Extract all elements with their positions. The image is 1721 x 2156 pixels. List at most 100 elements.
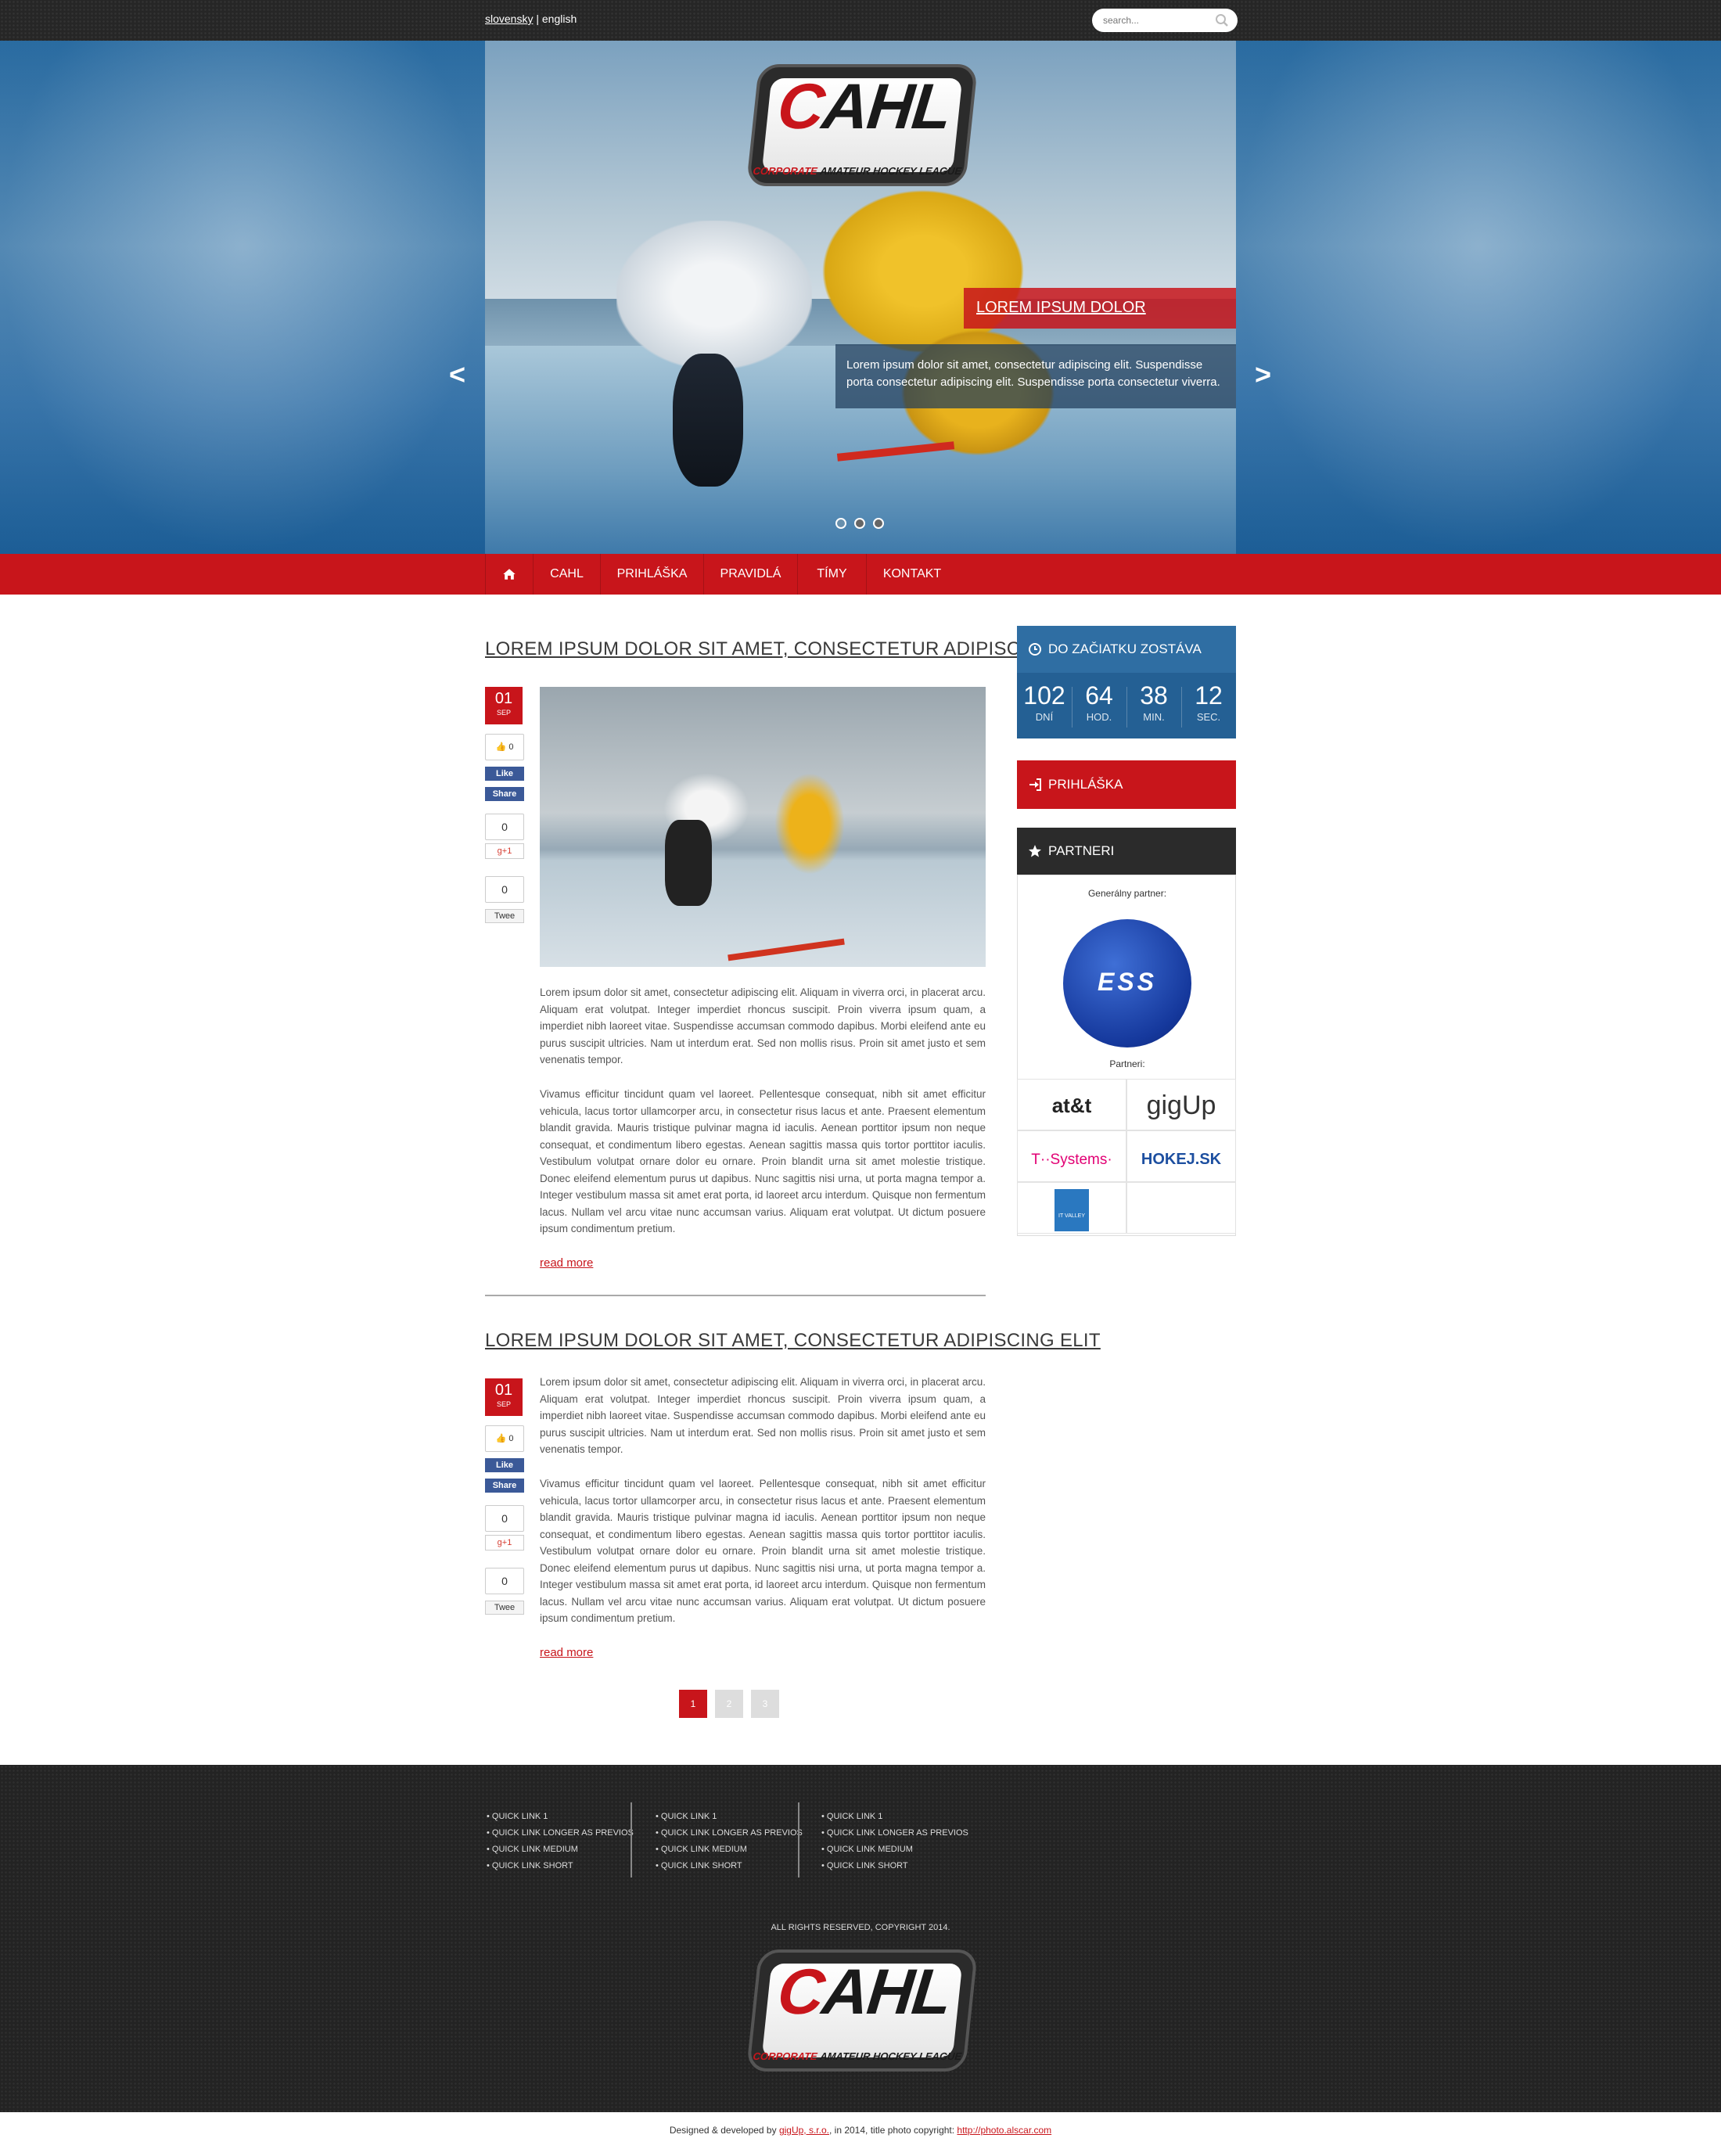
hero-slider: CAHL CORPORATE AMATEUR HOCKEY LEAGUE [0, 41, 1721, 554]
pagination-page-3[interactable]: 3 [751, 1690, 779, 1718]
post-2-tweet-count: 0 [485, 1568, 524, 1594]
nav-timy[interactable]: TÍMY [798, 554, 867, 595]
post-1-gplus-button[interactable]: g+1 [485, 843, 524, 859]
main-nav: CAHL PRIHLÁŠKA PRAVIDLÁ TÍMY KONTAKT [0, 554, 1721, 595]
footer-link[interactable]: • QUICK LINK SHORT [487, 1858, 634, 1874]
slider-dot-2[interactable] [854, 518, 865, 529]
player-white-legs [673, 354, 743, 487]
copyright-text: ALL RIGHTS RESERVED, COPYRIGHT 2014. [771, 1923, 950, 1932]
partner-att[interactable]: at&t [1017, 1079, 1126, 1130]
countdown-hours: 64 HOD. [1085, 681, 1113, 723]
slider-dot-1[interactable] [835, 518, 846, 529]
post-1-paragraph-1: Lorem ipsum dolor sit amet, consectetur … [540, 986, 986, 1065]
cahl-logo[interactable]: CAHL CORPORATE AMATEUR HOCKEY LEAGUE [746, 64, 979, 186]
signup-button[interactable]: PRIHLÁŠKA [1017, 760, 1236, 809]
lang-english-link[interactable]: english [542, 13, 577, 25]
post-1-title[interactable]: LOREM IPSUM DOLOR SIT AMET, CONSECTETUR … [485, 638, 1101, 660]
language-switcher: slovensky | english [485, 13, 577, 25]
post-2-gplus-button[interactable]: g+1 [485, 1535, 524, 1551]
countdown-header: DO ZAČIATKU ZOSTÁVA [1017, 626, 1236, 673]
footer-cahl-logo[interactable]: CAHL CORPORATE AMATEUR HOCKEY LEAGUE [746, 1949, 979, 2072]
footer-link[interactable]: • QUICK LINK LONGER AS PREVIOS [487, 1825, 634, 1842]
countdown-timer: 102 DNÍ 64 HOD. 38 MIN. 12 SEC. [1017, 673, 1236, 738]
pagination-page-1[interactable]: 1 [679, 1690, 707, 1718]
slider-dot-3[interactable] [873, 518, 884, 529]
footer-link[interactable]: • QUICK LINK MEDIUM [487, 1842, 634, 1858]
image-stick [728, 938, 845, 961]
slider-prev-button[interactable]: < [449, 358, 465, 391]
ness-logo-text: ESS [1097, 968, 1158, 996]
ness-logo[interactable]: ESS [1063, 919, 1191, 1047]
partner-empty-slot [1126, 1182, 1236, 1234]
footer-link[interactable]: • QUICK LINK SHORT [821, 1858, 968, 1874]
post-divider [485, 1295, 986, 1296]
sign-in-icon [1029, 778, 1041, 791]
lang-slovak-link[interactable]: slovensky [485, 13, 533, 25]
search-icon[interactable] [1215, 13, 1229, 27]
post-2-title[interactable]: LOREM IPSUM DOLOR SIT AMET, CONSECTETUR … [485, 1330, 1101, 1352]
partner-hokejsk[interactable]: HOKEJ.SK [1126, 1130, 1236, 1182]
nav-home[interactable] [485, 554, 534, 595]
home-icon [503, 569, 516, 580]
countdown-minutes: 38 MIN. [1140, 681, 1168, 723]
footer-link[interactable]: • QUICK LINK LONGER AS PREVIOS [821, 1825, 968, 1842]
gigup-link[interactable]: gigUp, s.r.o. [779, 2125, 829, 2136]
partner-tsystems[interactable]: T··Systems· [1017, 1130, 1126, 1182]
post-2-read-more-link[interactable]: read more [540, 1646, 593, 1659]
footer-links-col-3: • QUICK LINK 1 • QUICK LINK LONGER AS PR… [821, 1809, 968, 1874]
partners-header: PARTNERI [1017, 828, 1236, 875]
top-bar [0, 0, 1721, 41]
post-1-like-count[interactable]: 👍 0 [485, 734, 524, 760]
post-2-like-count[interactable]: 👍 0 [485, 1425, 524, 1452]
post-1-fb-share-button[interactable]: Share [485, 787, 524, 801]
footer-link[interactable]: • QUICK LINK 1 [656, 1809, 803, 1825]
clock-icon [1029, 643, 1041, 656]
nav-pravidla[interactable]: PRAVIDLÁ [704, 554, 798, 595]
partner-gigup[interactable]: gigUp [1126, 1079, 1236, 1130]
lang-separator: | [536, 13, 539, 25]
countdown-seconds: 12 SEC. [1195, 681, 1223, 723]
post-1-gplus-count: 0 [485, 814, 524, 840]
post-2-fb-like-button[interactable]: Like [485, 1458, 524, 1472]
footer-separator [631, 1802, 632, 1878]
post-1-date: 01 SEP [485, 687, 523, 724]
post-1-paragraph-2: Vivamus efficitur tincidunt quam vel lao… [540, 1088, 986, 1234]
nav-kontakt[interactable]: KONTAKT [867, 554, 958, 595]
footer-separator [798, 1802, 799, 1878]
post-1-fb-like-button[interactable]: Like [485, 767, 524, 781]
partners-label: Partneri: [1109, 1058, 1145, 1069]
hero-side-right [1236, 41, 1721, 554]
post-2-gplus-count: 0 [485, 1505, 524, 1532]
slider-next-button[interactable]: > [1255, 358, 1271, 391]
post-2-date: 01 SEP [485, 1378, 523, 1416]
nav-cahl[interactable]: CAHL [534, 554, 601, 595]
footer-link[interactable]: • QUICK LINK 1 [821, 1809, 968, 1825]
star-icon [1029, 845, 1041, 857]
general-partner-label: Generálny partner: [1087, 888, 1167, 899]
countdown-days: 102 DNÍ [1023, 681, 1065, 723]
post-1-image[interactable] [540, 687, 986, 967]
footer-links-col-2: • QUICK LINK 1 • QUICK LINK LONGER AS PR… [656, 1809, 803, 1874]
footer-link[interactable]: • QUICK LINK MEDIUM [656, 1842, 803, 1858]
partner-itvalley[interactable]: IT VALLEY [1017, 1182, 1126, 1234]
slide-caption-title[interactable]: LOREM IPSUM DOLOR [964, 288, 1236, 329]
footer-link[interactable]: • QUICK LINK SHORT [656, 1858, 803, 1874]
post-2-fb-share-button[interactable]: Share [485, 1479, 524, 1493]
post-1-read-more-link[interactable]: read more [540, 1256, 593, 1270]
credits-line: Designed & developed by gigUp, s.r.o., i… [669, 2125, 1052, 2136]
nav-prihlaska[interactable]: PRIHLÁŠKA [601, 554, 704, 595]
hero-side-left [0, 41, 485, 554]
image-player-yellow [774, 773, 845, 875]
post-1-tweet-count: 0 [485, 876, 524, 903]
slide-caption-text: Lorem ipsum dolor sit amet, consectetur … [835, 344, 1236, 408]
post-1-tweet-button[interactable]: Twee [485, 909, 524, 923]
post-2-tweet-button[interactable]: Twee [485, 1601, 524, 1615]
image-player-white-legs [665, 820, 712, 906]
partners-panel: Generálny partner: ESS Partneri: at&t gi… [1017, 875, 1236, 1236]
pagination-page-2[interactable]: 2 [715, 1690, 743, 1718]
footer-link[interactable]: • QUICK LINK MEDIUM [821, 1842, 968, 1858]
footer-link[interactable]: • QUICK LINK 1 [487, 1809, 634, 1825]
player-white [616, 221, 812, 369]
footer-link[interactable]: • QUICK LINK LONGER AS PREVIOS [656, 1825, 803, 1842]
photo-credit-link[interactable]: http://photo.alscar.com [957, 2125, 1051, 2136]
